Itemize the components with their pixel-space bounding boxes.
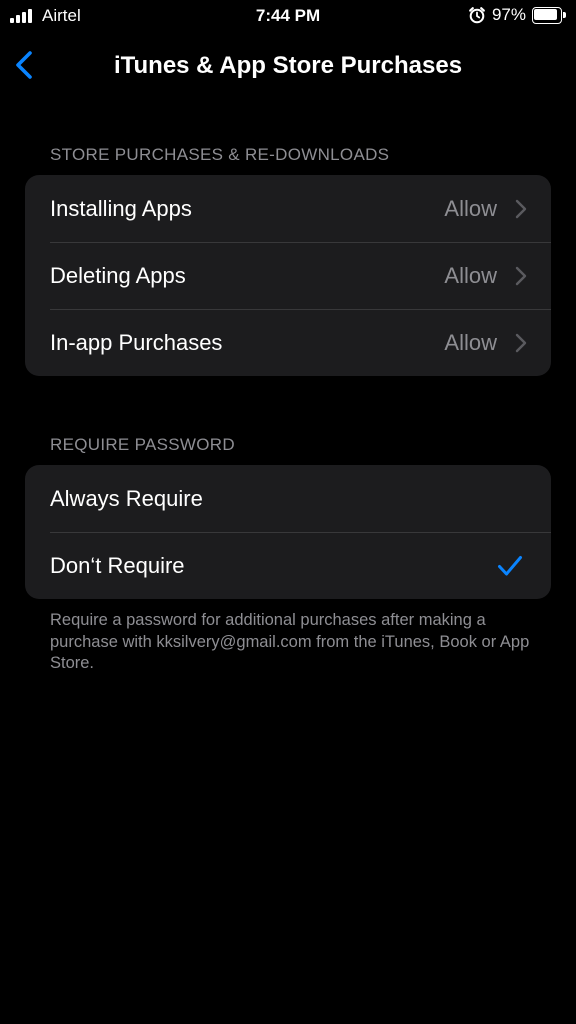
store-purchases-group: Installing Apps Allow Deleting Apps Allo… [25,175,551,376]
deleting-apps-row[interactable]: Deleting Apps Allow [25,242,551,309]
row-value: Allow [444,262,497,288]
row-value: Allow [444,329,497,355]
chevron-right-icon [515,266,527,285]
row-label: Always Require [50,485,203,511]
always-require-row[interactable]: Always Require [25,465,551,532]
row-label: In-app Purchases [50,329,223,355]
battery-level-fill [534,8,558,20]
row-label: Deleting Apps [50,262,186,288]
chevron-right-icon [515,333,527,352]
battery-percent: 97% [491,5,526,24]
battery-icon [532,6,566,24]
in-app-purchases-row[interactable]: In-app Purchases Allow [25,309,551,376]
checkmark-icon [498,555,522,575]
dont-require-row[interactable]: Don‘t Require [25,532,551,599]
row-value: Allow [444,195,497,221]
page-title: iTunes & App Store Purchases [113,52,463,79]
section-header-require-password: REQUIRE PASSWORD [50,435,235,454]
alarm-icon [469,7,485,24]
row-label: Installing Apps [50,195,192,221]
status-bar: Airtel 7:44 PM 97% [0,0,576,32]
installing-apps-row[interactable]: Installing Apps Allow [25,175,551,242]
password-footer-note: Require a password for additional purcha… [50,611,530,672]
row-label: Don‘t Require [50,552,185,578]
section-header-store-purchases: STORE PURCHASES & RE-DOWNLOADS [50,145,390,164]
require-password-group: Always Require Don‘t Require [25,465,551,599]
status-right: 97% [468,5,566,25]
navigation-bar: iTunes & App Store Purchases [0,40,576,90]
chevron-right-icon [515,199,527,218]
